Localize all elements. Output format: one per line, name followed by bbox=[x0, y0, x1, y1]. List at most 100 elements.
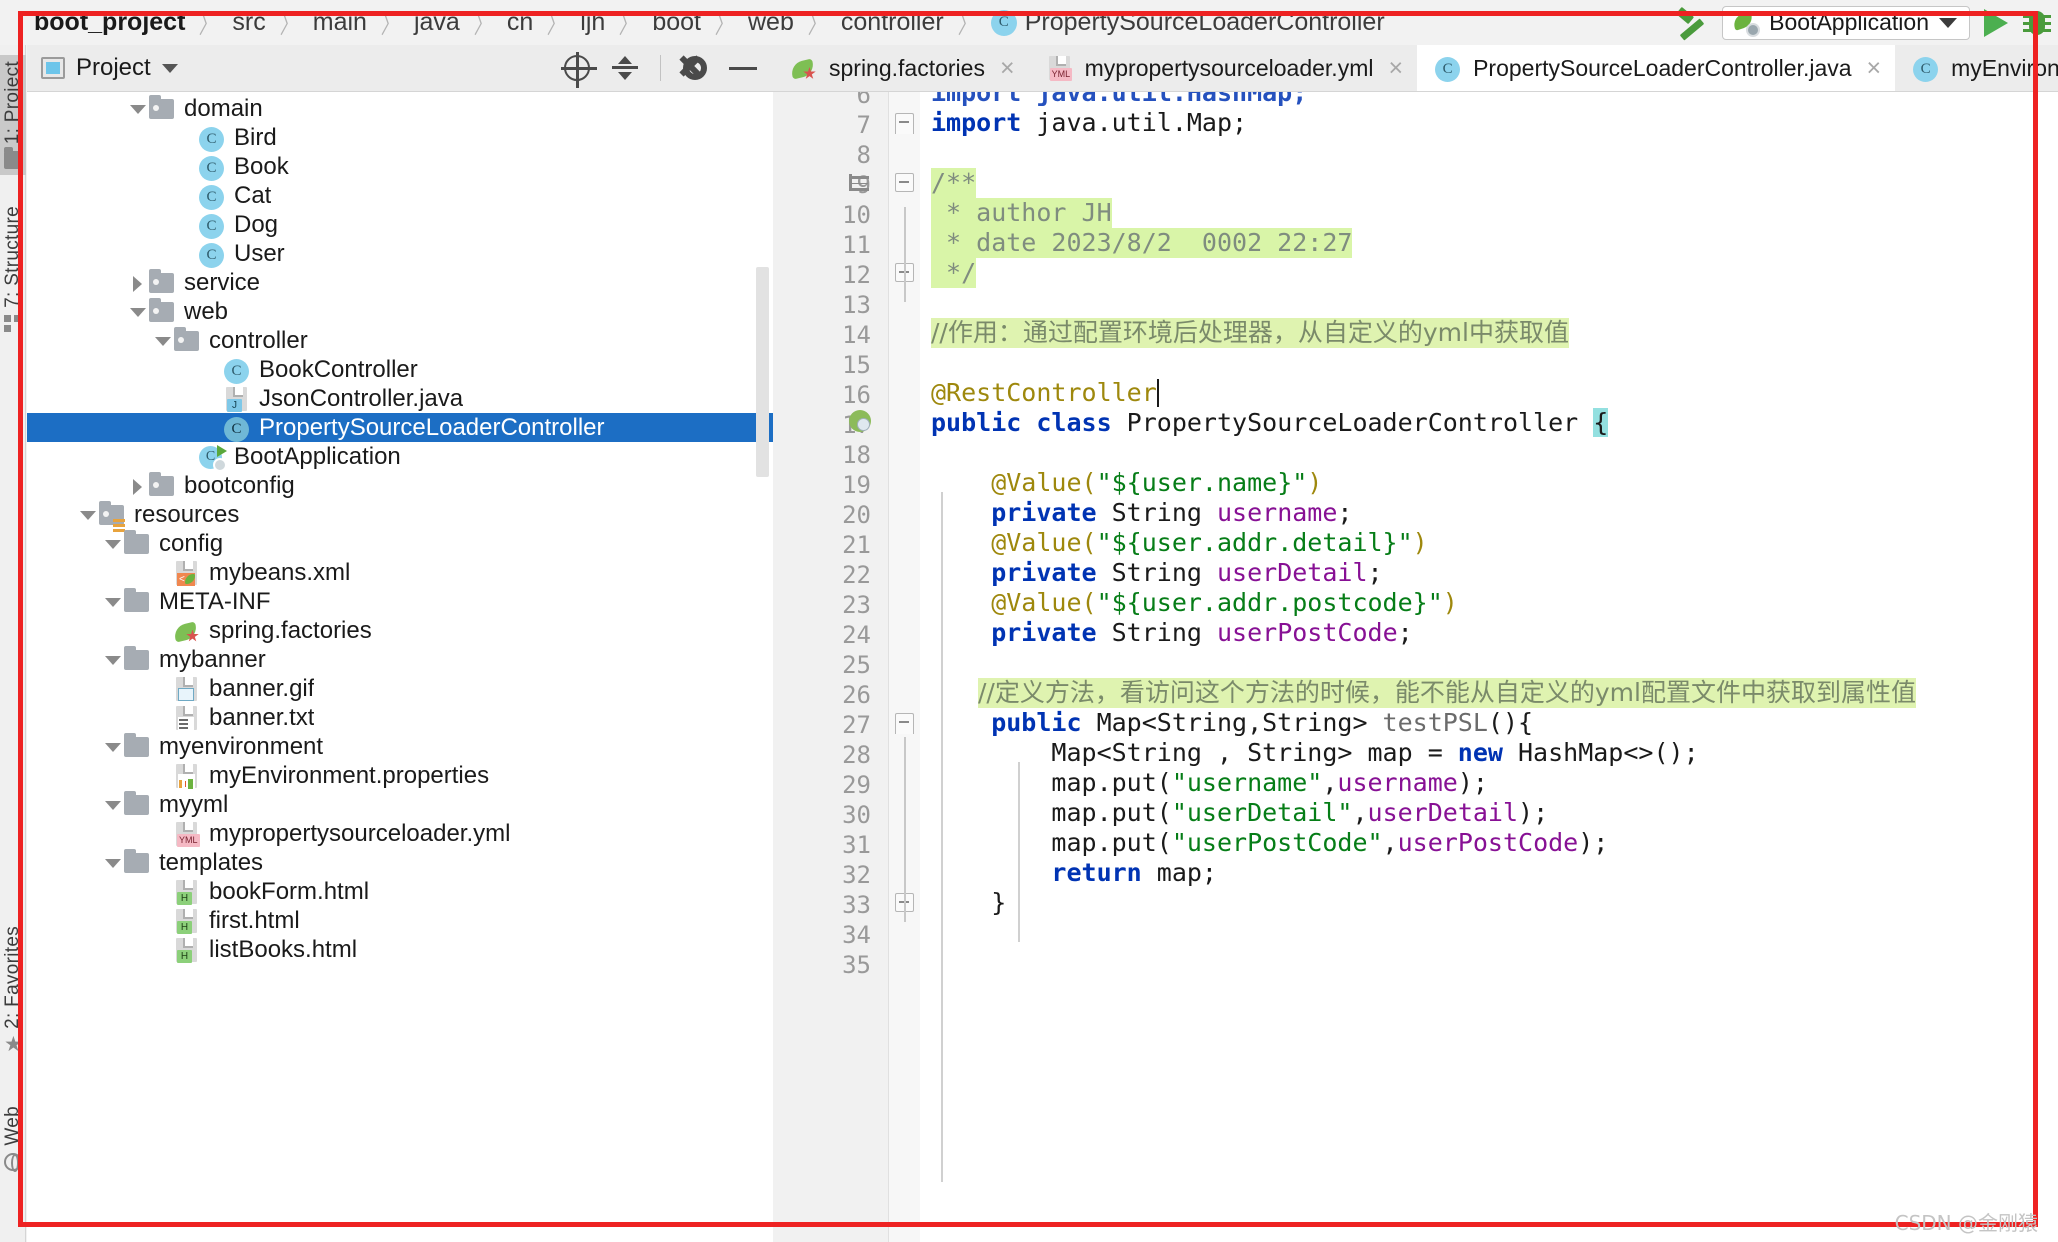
gear-icon[interactable] bbox=[683, 56, 707, 80]
editor-tab[interactable]: CmyEnviron bbox=[1895, 45, 2058, 91]
code-line[interactable]: 28 Map<String , String> map = new HashMa… bbox=[773, 738, 2058, 769]
code-line[interactable]: 17public class PropertySourceLoaderContr… bbox=[773, 408, 2058, 439]
run-configuration-selector[interactable]: BootApplication bbox=[1722, 5, 1970, 40]
breadcrumb-item-java[interactable]: java bbox=[410, 8, 464, 37]
bookmark-icon[interactable] bbox=[849, 174, 873, 194]
code-line[interactable]: 12 */ bbox=[773, 258, 2058, 289]
run-icon[interactable] bbox=[1984, 8, 2008, 37]
editor-tab[interactable]: C PropertySourceLoaderController.java × bbox=[1417, 45, 1896, 91]
code-line[interactable]: 11 * date 2023/8/2 0002 22:27 bbox=[773, 228, 2058, 259]
chevron-down-icon[interactable] bbox=[77, 504, 99, 526]
tree-item[interactable]: META-INF bbox=[27, 587, 773, 616]
chevron-down-icon[interactable] bbox=[102, 649, 124, 671]
tool-window-tab-favorites[interactable]: ★ 2: Favorites bbox=[0, 920, 26, 1060]
locate-icon[interactable] bbox=[561, 52, 597, 88]
tree-item[interactable]: templates bbox=[27, 848, 773, 877]
code-line[interactable]: 6 import java.util.HashMap; bbox=[773, 92, 2058, 109]
breadcrumb-item-cn[interactable]: cn bbox=[503, 8, 537, 37]
breadcrumb-item-controller[interactable]: controller bbox=[837, 8, 948, 37]
collapse-all-icon[interactable] bbox=[612, 55, 638, 81]
code-line[interactable]: 29 map.put("username",username); bbox=[773, 768, 2058, 799]
breadcrumb-item-web[interactable]: web bbox=[744, 8, 798, 37]
tree-item[interactable]: J JsonController.java bbox=[27, 384, 773, 413]
debug-icon[interactable] bbox=[2022, 8, 2052, 38]
code-fold-icon[interactable] bbox=[895, 173, 914, 192]
tree-item[interactable]: Hfirst.html bbox=[27, 906, 773, 935]
code-line[interactable]: 32 return map; bbox=[773, 858, 2058, 889]
chevron-down-icon[interactable] bbox=[102, 591, 124, 613]
code-line[interactable]: 30 map.put("userDetail",userDetail); bbox=[773, 798, 2058, 829]
code-fold-icon[interactable] bbox=[895, 113, 914, 134]
chevron-down-icon[interactable] bbox=[102, 736, 124, 758]
breadcrumb-item-boot_project[interactable]: boot_project bbox=[30, 8, 189, 37]
code-line[interactable]: 26 //定义方法，看访问这个方法的时候，能不能从自定义的yml配置文件中获取到属… bbox=[773, 678, 2058, 709]
tree-item[interactable]: myenvironment bbox=[27, 732, 773, 761]
editor-tab[interactable]: YML mypropertysourceloader.yml × bbox=[1029, 45, 1418, 91]
editor-tab[interactable]: spring.factories × bbox=[773, 45, 1029, 91]
tree-item[interactable]: < mybeans.xml bbox=[27, 558, 773, 587]
spring-bean-gutter-icon[interactable] bbox=[849, 410, 875, 436]
tree-item[interactable]: spring.factories bbox=[27, 616, 773, 645]
chevron-down-icon[interactable] bbox=[102, 852, 124, 874]
close-icon[interactable]: × bbox=[1388, 56, 1403, 81]
tree-item[interactable]: C Dog bbox=[27, 210, 773, 239]
tree-item[interactable]: bootconfig bbox=[27, 471, 773, 500]
chevron-down-icon[interactable] bbox=[161, 63, 178, 73]
code-fold-icon[interactable] bbox=[895, 713, 914, 734]
tool-window-tab-structure[interactable]: 7: Structure bbox=[0, 200, 26, 339]
tree-item[interactable]: config bbox=[27, 529, 773, 558]
code-line[interactable]: 21 @Value("${user.addr.detail}") bbox=[773, 528, 2058, 559]
chevron-right-icon[interactable] bbox=[127, 475, 149, 497]
tree-item[interactable]: C User bbox=[27, 239, 773, 268]
breadcrumb-item-main[interactable]: main bbox=[309, 8, 371, 37]
code-editor[interactable]: 6 import java.util.HashMap; 7 import java.u… bbox=[773, 92, 2058, 1242]
tree-item[interactable]: myEnvironment.properties bbox=[27, 761, 773, 790]
code-line[interactable]: 7 import java.util.Map; bbox=[773, 108, 2058, 139]
chevron-down-icon[interactable] bbox=[127, 301, 149, 323]
tree-item-selected[interactable]: C PropertySourceLoaderController bbox=[27, 413, 773, 442]
code-line[interactable]: 27 public Map<String,String> testPSL(){ bbox=[773, 708, 2058, 739]
tree-item[interactable]: resources bbox=[27, 500, 773, 529]
code-line[interactable]: 9/** bbox=[773, 168, 2058, 199]
tool-window-tab-project[interactable]: 1: Project bbox=[0, 55, 26, 176]
code-line[interactable]: 18 bbox=[773, 438, 2058, 469]
code-line[interactable]: 34 bbox=[773, 918, 2058, 949]
tree-item[interactable]: YML mypropertysourceloader.yml bbox=[27, 819, 773, 848]
breadcrumb-item-class[interactable]: C PropertySourceLoaderController bbox=[987, 8, 1389, 37]
code-line[interactable]: 25 bbox=[773, 648, 2058, 679]
chevron-down-icon[interactable] bbox=[102, 794, 124, 816]
project-tree[interactable]: domain C Bird C Book C Cat C Dog C User service web c… bbox=[27, 92, 773, 1242]
chevron-down-icon[interactable] bbox=[152, 330, 174, 352]
tree-item[interactable]: service bbox=[27, 268, 773, 297]
tool-window-tab-web[interactable]: Web bbox=[0, 1100, 26, 1177]
project-scrollbar[interactable] bbox=[756, 267, 769, 477]
tree-item[interactable]: C Bird bbox=[27, 123, 773, 152]
tree-item[interactable]: C Cat bbox=[27, 181, 773, 210]
tree-item[interactable]: C Book bbox=[27, 152, 773, 181]
code-line[interactable]: 20 private String username; bbox=[773, 498, 2058, 529]
tree-item[interactable]: myyml bbox=[27, 790, 773, 819]
tree-item[interactable]: C BookController bbox=[27, 355, 773, 384]
code-line[interactable]: 10 * author JH bbox=[773, 198, 2058, 229]
close-icon[interactable]: × bbox=[1867, 56, 1882, 81]
build-icon[interactable] bbox=[1674, 6, 1708, 40]
minimize-icon[interactable] bbox=[729, 66, 757, 70]
tree-item[interactable]: web bbox=[27, 297, 773, 326]
chevron-down-icon[interactable] bbox=[1939, 17, 1957, 28]
breadcrumb-item-src[interactable]: src bbox=[228, 8, 269, 37]
tree-item[interactable]: C BootApplication bbox=[27, 442, 773, 472]
tree-item[interactable]: HbookForm.html bbox=[27, 877, 773, 906]
chevron-down-icon[interactable] bbox=[127, 98, 149, 120]
code-line[interactable]: 31 map.put("userPostCode",userPostCode); bbox=[773, 828, 2058, 859]
tree-item[interactable]: HlistBooks.html bbox=[27, 935, 773, 964]
code-line[interactable]: 13 bbox=[773, 288, 2058, 319]
code-line[interactable]: 14 //作用：通过配置环境后处理器，从自定义的yml中获取值 bbox=[773, 318, 2058, 349]
tree-item[interactable]: banner.txt bbox=[27, 703, 773, 732]
tree-item[interactable]: controller bbox=[27, 326, 773, 355]
breadcrumb-item-boot[interactable]: boot bbox=[648, 8, 705, 37]
code-line[interactable]: 16 @RestController bbox=[773, 378, 2058, 409]
tree-item[interactable]: domain bbox=[27, 94, 773, 123]
code-line[interactable]: 19 @Value("${user.name}") bbox=[773, 468, 2058, 499]
code-line[interactable]: 23 @Value("${user.addr.postcode}") bbox=[773, 588, 2058, 619]
tree-item[interactable]: mybanner bbox=[27, 645, 773, 674]
